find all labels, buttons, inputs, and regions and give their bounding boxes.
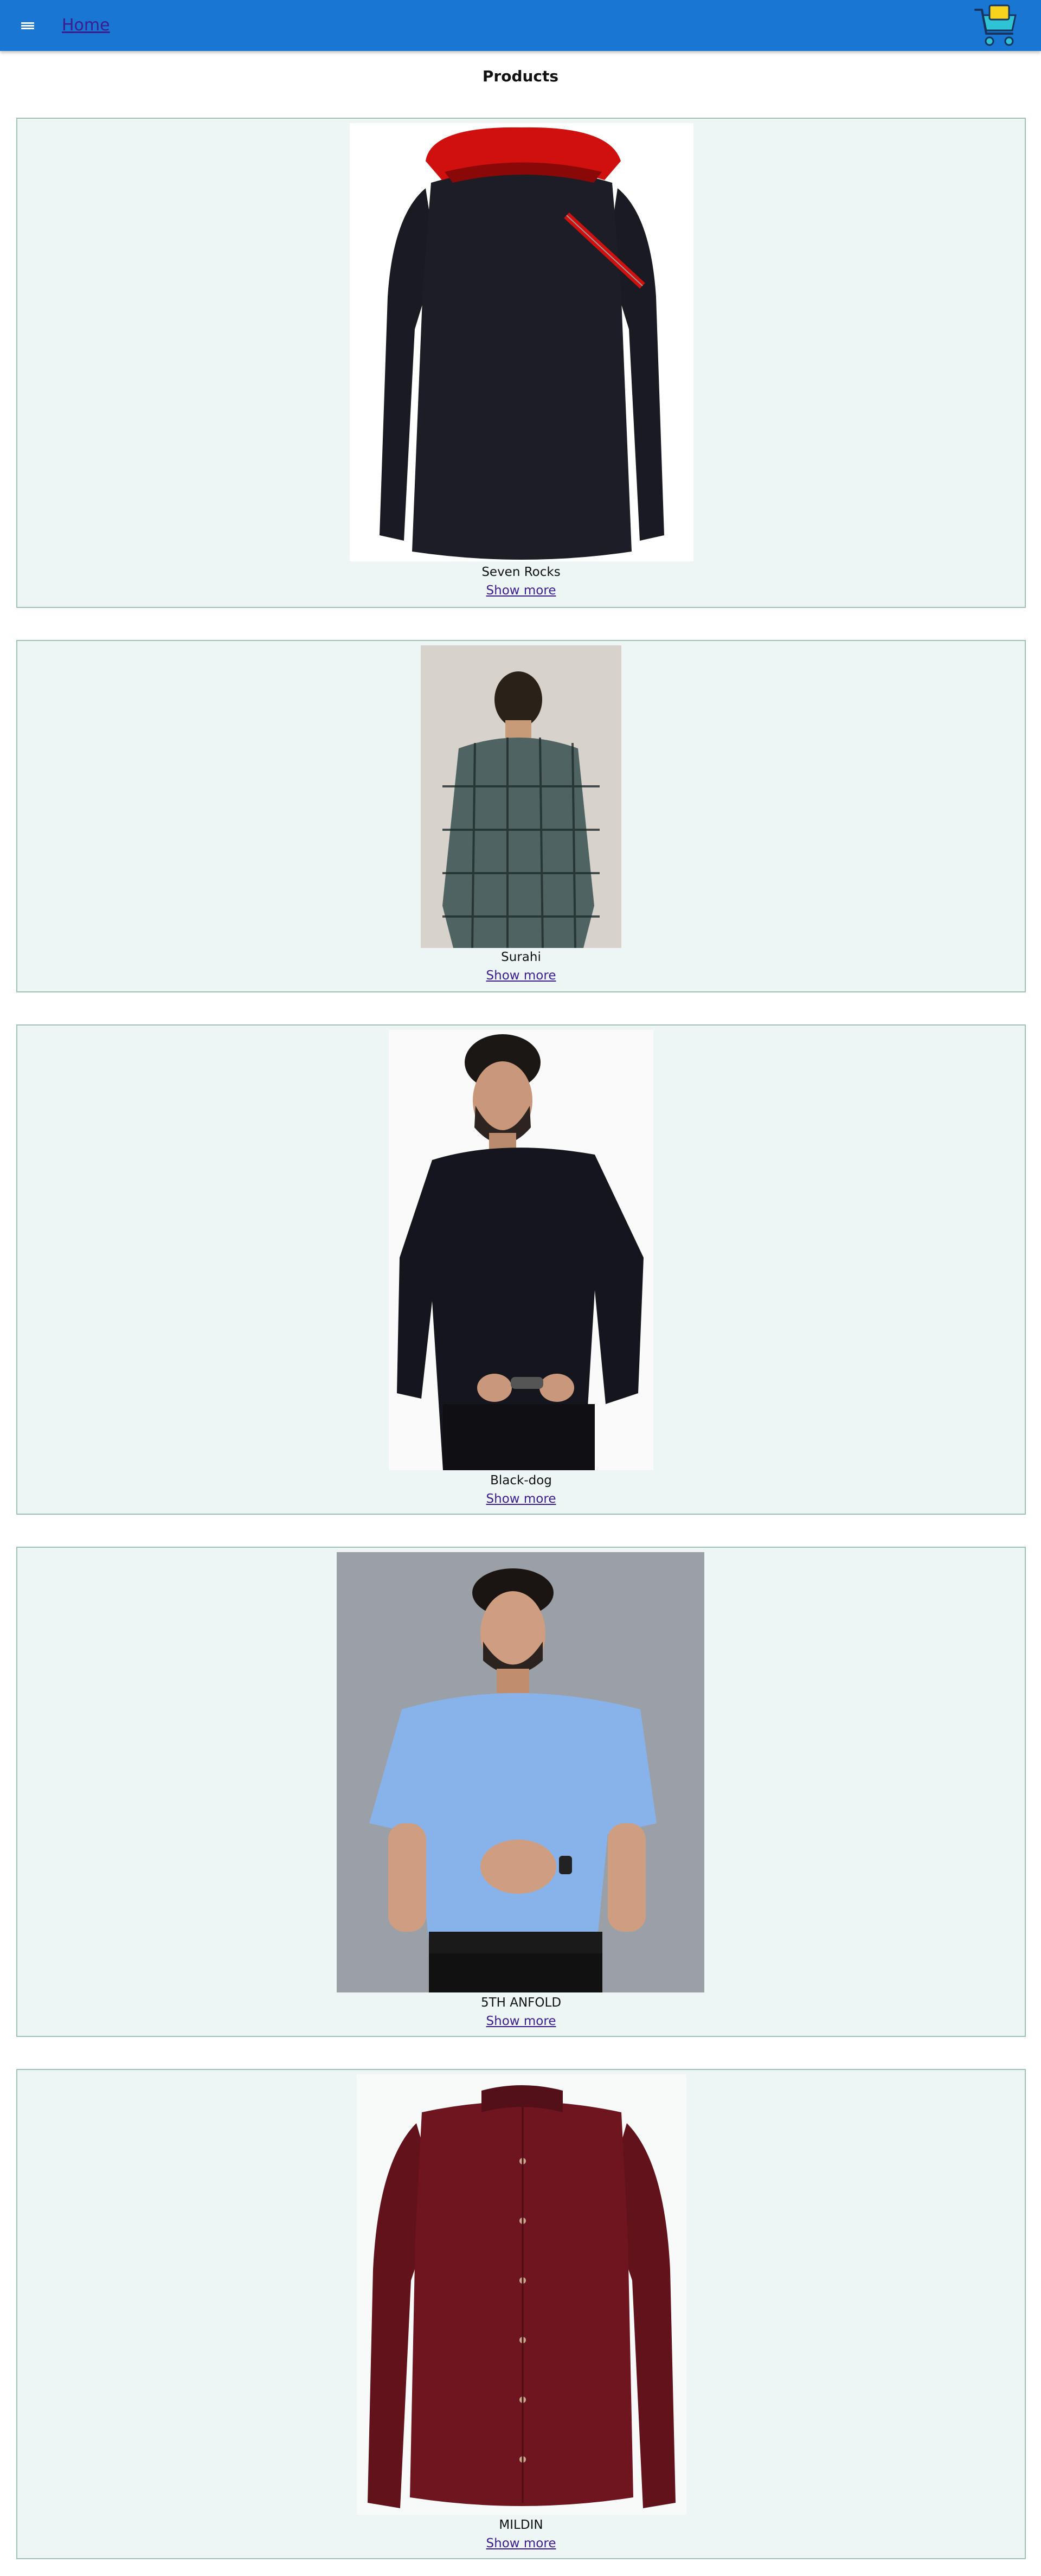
product-name: Seven Rocks <box>481 565 561 579</box>
page-title: Products <box>482 67 559 85</box>
show-more-link-text[interactable]: Show more <box>486 1492 556 1506</box>
product-name: Black-dog <box>490 1473 552 1488</box>
product-card: Surahi Show more <box>16 640 1026 992</box>
product-card: Seven Rocks Show more <box>16 118 1026 608</box>
product-image <box>357 2074 686 2515</box>
product-image <box>350 123 693 561</box>
show-more-link: Show more <box>17 2536 1025 2551</box>
product-name: 5TH ANFOLD <box>480 1996 562 2010</box>
show-more-link: Show more <box>17 2014 1025 2028</box>
app-bar: Home <box>0 0 1041 51</box>
hamburger-menu-icon[interactable] <box>18 17 37 34</box>
show-more-link-text[interactable]: Show more <box>486 2536 556 2551</box>
product-name: Surahi <box>501 950 541 964</box>
product-card: 5TH ANFOLD Show more <box>16 1547 1026 2037</box>
show-more-link-text[interactable]: Show more <box>486 2014 556 2028</box>
product-image <box>421 645 621 948</box>
show-more-link: Show more <box>17 584 1025 598</box>
product-name: MILDIN <box>499 2518 543 2532</box>
product-card: Black-dog Show more <box>16 1024 1026 1515</box>
home-link[interactable]: Home <box>62 16 110 35</box>
product-image <box>337 1552 704 1992</box>
show-more-link-text[interactable]: Show more <box>486 584 556 598</box>
show-more-link-text[interactable]: Show more <box>486 969 556 983</box>
show-more-link: Show more <box>17 969 1025 983</box>
product-card: MILDIN Show more <box>16 2069 1026 2559</box>
show-more-link: Show more <box>17 1492 1025 1506</box>
shopping-cart-icon[interactable] <box>973 2 1019 49</box>
product-image <box>389 1030 653 1470</box>
